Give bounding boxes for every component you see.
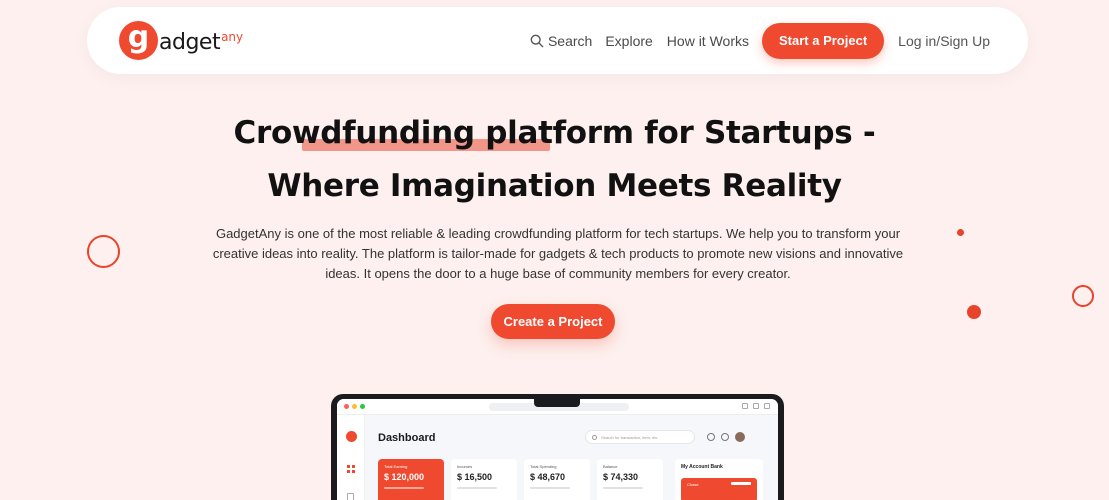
decor-dot-large [967,305,981,319]
nav-search[interactable]: Search [530,33,592,49]
card-label: Balance [603,464,618,469]
bell-icon [707,433,715,441]
card-subline [457,487,497,489]
stat-card-total-spending: Total Spending $ 48,670 [524,459,590,500]
browser-icons [742,403,770,409]
start-project-button[interactable]: Start a Project [762,22,885,59]
card-value: $ 16,500 [457,472,493,482]
sidebar-logo-icon [346,431,357,442]
account-bank-panel: My Account Bank Chase [675,459,763,500]
bank-card: Chase [681,478,757,500]
card-subline [384,487,424,489]
logo-mark: g [119,21,158,60]
card-value: $ 120,000 [384,472,425,482]
dashboard-search: Search for transaction, item, etc [585,430,695,444]
nav-search-label: Search [547,32,593,49]
dashboard-sidebar [337,415,365,500]
maximize-dot-icon [360,404,365,409]
hero-description: GadgetAny is one of the most reliable & … [212,226,904,281]
nav-explore[interactable]: Explore [605,33,652,49]
logo-superscript: any [221,30,244,44]
bank-card-label: Chase [687,482,699,487]
logo-text: adget [159,30,221,55]
gadgetany-logo[interactable]: g adget any [119,21,243,60]
nav-how-it-works[interactable]: How it Works [667,33,749,49]
create-project-button[interactable]: Create a Project [491,304,615,339]
nav-links: Search Explore How it Works Start a Proj… [530,7,990,74]
laptop-screen: Dashboard Search for transaction, item, … [337,399,778,500]
chat-icon [721,433,729,441]
card-value: $ 74,330 [603,472,639,482]
share-icon [742,403,748,409]
card-label: Total Spending [530,464,557,469]
download-icon [753,403,759,409]
minimize-dot-icon [352,404,357,409]
browser-toolbar [337,399,778,415]
card-label: Total Earning [384,464,408,469]
card-value: $ 48,670 [530,472,566,482]
dashboard-search-placeholder: Search for transaction, item, etc [601,434,658,440]
stat-card-balance: Balance $ 74,330 [597,459,663,500]
bank-card-chip [731,482,751,485]
decor-ring-left [87,235,120,268]
tabs-icon [764,403,770,409]
card-label: Incomes [457,464,473,469]
stat-card-total-earning: Total Earning $ 120,000 [378,459,444,500]
search-icon [530,34,544,47]
document-icon [347,493,354,500]
login-signup-link[interactable]: Log in/Sign Up [898,33,990,49]
decor-dot-small [957,229,964,236]
decor-ring-right [1072,285,1094,307]
card-subline [530,487,570,489]
close-dot-icon [344,404,349,409]
stat-card-incomes: Incomes $ 16,500 [451,459,517,500]
laptop-mockup: Dashboard Search for transaction, item, … [331,394,784,500]
avatar [735,432,745,442]
camera-notch [534,399,580,407]
search-icon [592,434,597,440]
bank-title: My Account Bank [681,464,723,470]
hero-title-line1: Crowdfunding platform for Startups - [233,115,876,151]
grid-icon [347,465,355,473]
top-navbar: g adget any Search Explore How it Works … [87,7,1028,74]
card-subline [603,487,643,489]
dashboard-header-icons [707,432,745,442]
hero-title-line2: Where Imagination Meets Reality [267,168,842,204]
dashboard-title: Dashboard [378,432,436,444]
